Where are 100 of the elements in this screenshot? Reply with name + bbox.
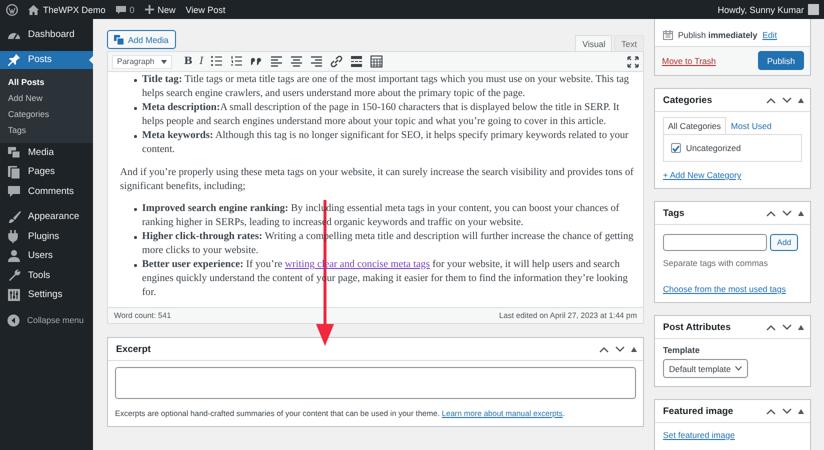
quote-icon[interactable] xyxy=(250,55,264,68)
person-icon xyxy=(7,248,21,263)
fullscreen-icon[interactable] xyxy=(627,56,639,68)
home-icon[interactable] xyxy=(28,4,39,14)
paragraph: And if you’re properly using these meta tags on your website, it can surely increase the search visibility and provides tons of significant benefits, including; xyxy=(120,166,635,194)
link-icon[interactable] xyxy=(330,55,344,68)
chevron-down-icon[interactable] xyxy=(782,210,792,216)
set-featured-image-link[interactable]: Set featured image xyxy=(663,430,735,440)
chevron-down-icon[interactable] xyxy=(615,346,625,352)
category-tab[interactable]: All Categories xyxy=(663,117,726,134)
paintbrush-icon xyxy=(7,210,21,224)
media-icon xyxy=(7,145,21,160)
triangle-up-icon[interactable] xyxy=(631,346,637,352)
align-left-icon[interactable] xyxy=(270,55,284,68)
bullet-icon xyxy=(134,79,137,82)
menu-item[interactable]: Appearance xyxy=(0,207,93,226)
grid-icon[interactable] xyxy=(370,55,384,68)
chevron-up-icon[interactable] xyxy=(766,408,776,414)
align-right-icon[interactable] xyxy=(310,55,324,68)
panel-title: Excerpt xyxy=(116,344,152,354)
chevron-up-icon[interactable] xyxy=(766,210,776,216)
submenu-item[interactable]: All Posts xyxy=(0,74,93,90)
chevron-up-icon[interactable] xyxy=(766,324,776,330)
align-center-icon[interactable] xyxy=(290,55,304,68)
menu-item[interactable]: Users xyxy=(0,246,93,266)
menu-item[interactable]: Media xyxy=(0,142,93,162)
chevron-down-icon[interactable] xyxy=(782,96,792,104)
wrench-icon xyxy=(7,268,21,282)
hint-text: Separate tags with commas xyxy=(663,258,769,268)
triangle-up-icon[interactable] xyxy=(798,98,804,102)
menu-item[interactable]: Tools xyxy=(0,266,93,285)
chevron-up-icon[interactable] xyxy=(599,346,609,352)
speech-bubble-icon xyxy=(7,184,21,198)
excerpt-field[interactable] xyxy=(115,367,636,399)
panel-title: Tags xyxy=(663,208,686,218)
numbered-list-icon[interactable] xyxy=(230,55,244,68)
italic-button[interactable]: I xyxy=(199,56,204,67)
menu-item[interactable]: Dashboard xyxy=(0,25,93,44)
bullet-icon xyxy=(134,135,137,138)
comment-count: 0 xyxy=(130,4,135,14)
bullet-icon xyxy=(134,264,137,267)
bulleted-list-icon[interactable] xyxy=(210,55,224,68)
pushpin-icon xyxy=(7,52,21,66)
new-link[interactable]: New xyxy=(158,4,176,14)
editor-content[interactable] xyxy=(107,72,644,307)
triangle-up-icon[interactable] xyxy=(798,408,804,414)
menu-item[interactable]: Posts xyxy=(0,50,93,68)
category-label: Uncategorized xyxy=(686,143,741,153)
triangle-up-icon[interactable] xyxy=(798,324,804,330)
panel-title: Post Attributes xyxy=(663,322,732,332)
chevron-down-icon[interactable] xyxy=(782,408,792,414)
media-icon xyxy=(114,34,124,44)
bullet-icon xyxy=(134,208,137,211)
editor-tab[interactable]: Text xyxy=(614,35,644,51)
chevron-down-icon[interactable] xyxy=(782,324,792,330)
most-used-tags-link[interactable]: Choose from the most used tags xyxy=(663,284,786,294)
add-media-button[interactable]: Add Media xyxy=(107,30,176,49)
plus-icon[interactable] xyxy=(144,5,154,14)
speech-bubble-icon[interactable] xyxy=(116,4,126,14)
collapse-menu-link[interactable]: Collapse menu xyxy=(27,315,84,326)
chevron-up-icon[interactable] xyxy=(766,96,776,104)
avatar-placeholder xyxy=(808,4,819,15)
site-name-link[interactable]: TheWPX Demo xyxy=(43,4,106,14)
read-more-icon[interactable] xyxy=(350,55,364,68)
menu-item[interactable]: Pages xyxy=(0,162,93,182)
bold-button[interactable]: B xyxy=(184,56,192,67)
chevron-down-icon xyxy=(734,366,742,371)
bullet-icon xyxy=(134,236,137,239)
submenu-item[interactable]: Tags xyxy=(0,122,93,138)
submenu-item[interactable]: Add New xyxy=(0,90,93,106)
menu-item[interactable]: Plugins xyxy=(0,226,93,246)
submenu-item[interactable]: Categories xyxy=(0,106,93,122)
sliders-icon xyxy=(7,288,21,302)
list-item: Meta keywords: Although this tag is no longer significant for SEO, it helps specify primary keywords related to your content. xyxy=(142,129,630,157)
wordpress-logo-icon[interactable] xyxy=(6,4,18,16)
menu-item[interactable]: Settings xyxy=(0,285,93,304)
user-greeting[interactable]: Howdy, Sunny Kumar xyxy=(718,4,804,14)
bullet-icon xyxy=(134,107,137,110)
panel-title: Featured image xyxy=(663,406,734,416)
checkbox[interactable] xyxy=(671,143,681,153)
move-to-trash-link[interactable]: Move to Trash xyxy=(662,56,716,66)
category-tab[interactable]: Most Used xyxy=(726,117,777,134)
add-tag-button[interactable]: Add xyxy=(770,234,798,251)
format-select[interactable]: Paragraph xyxy=(112,54,172,68)
template-select[interactable]: Default template xyxy=(663,359,748,378)
editor-tab[interactable]: Visual xyxy=(575,35,612,51)
triangle-up-icon[interactable] xyxy=(798,210,804,216)
checkmark-icon xyxy=(672,144,680,152)
list-item: Meta description:A small description of the page in 150-160 characters that is displayed below the title in SERP. It helps people and search engines understand more about your topic and what you’re going to cover in this article. xyxy=(142,101,620,129)
edit-link[interactable]: Edit xyxy=(762,30,778,40)
calendar-icon xyxy=(663,30,673,40)
field-label: Template xyxy=(663,345,701,355)
menu-item[interactable]: Comments xyxy=(0,182,93,201)
publish-schedule: Publish immediately xyxy=(678,30,758,40)
plug-icon xyxy=(7,229,21,244)
add-new-category-link[interactable]: + Add New Category xyxy=(663,170,742,180)
list-item: Title tag: Title tags or meta title tags are one of the most important tags which you must use on your website. This tag helps search engine crawlers, and users understand more about the primary topic of the page. xyxy=(142,73,630,101)
publish-button[interactable]: Publish xyxy=(758,51,804,70)
view-post-link[interactable]: View Post xyxy=(186,4,226,14)
tag-input-field[interactable] xyxy=(663,234,767,251)
